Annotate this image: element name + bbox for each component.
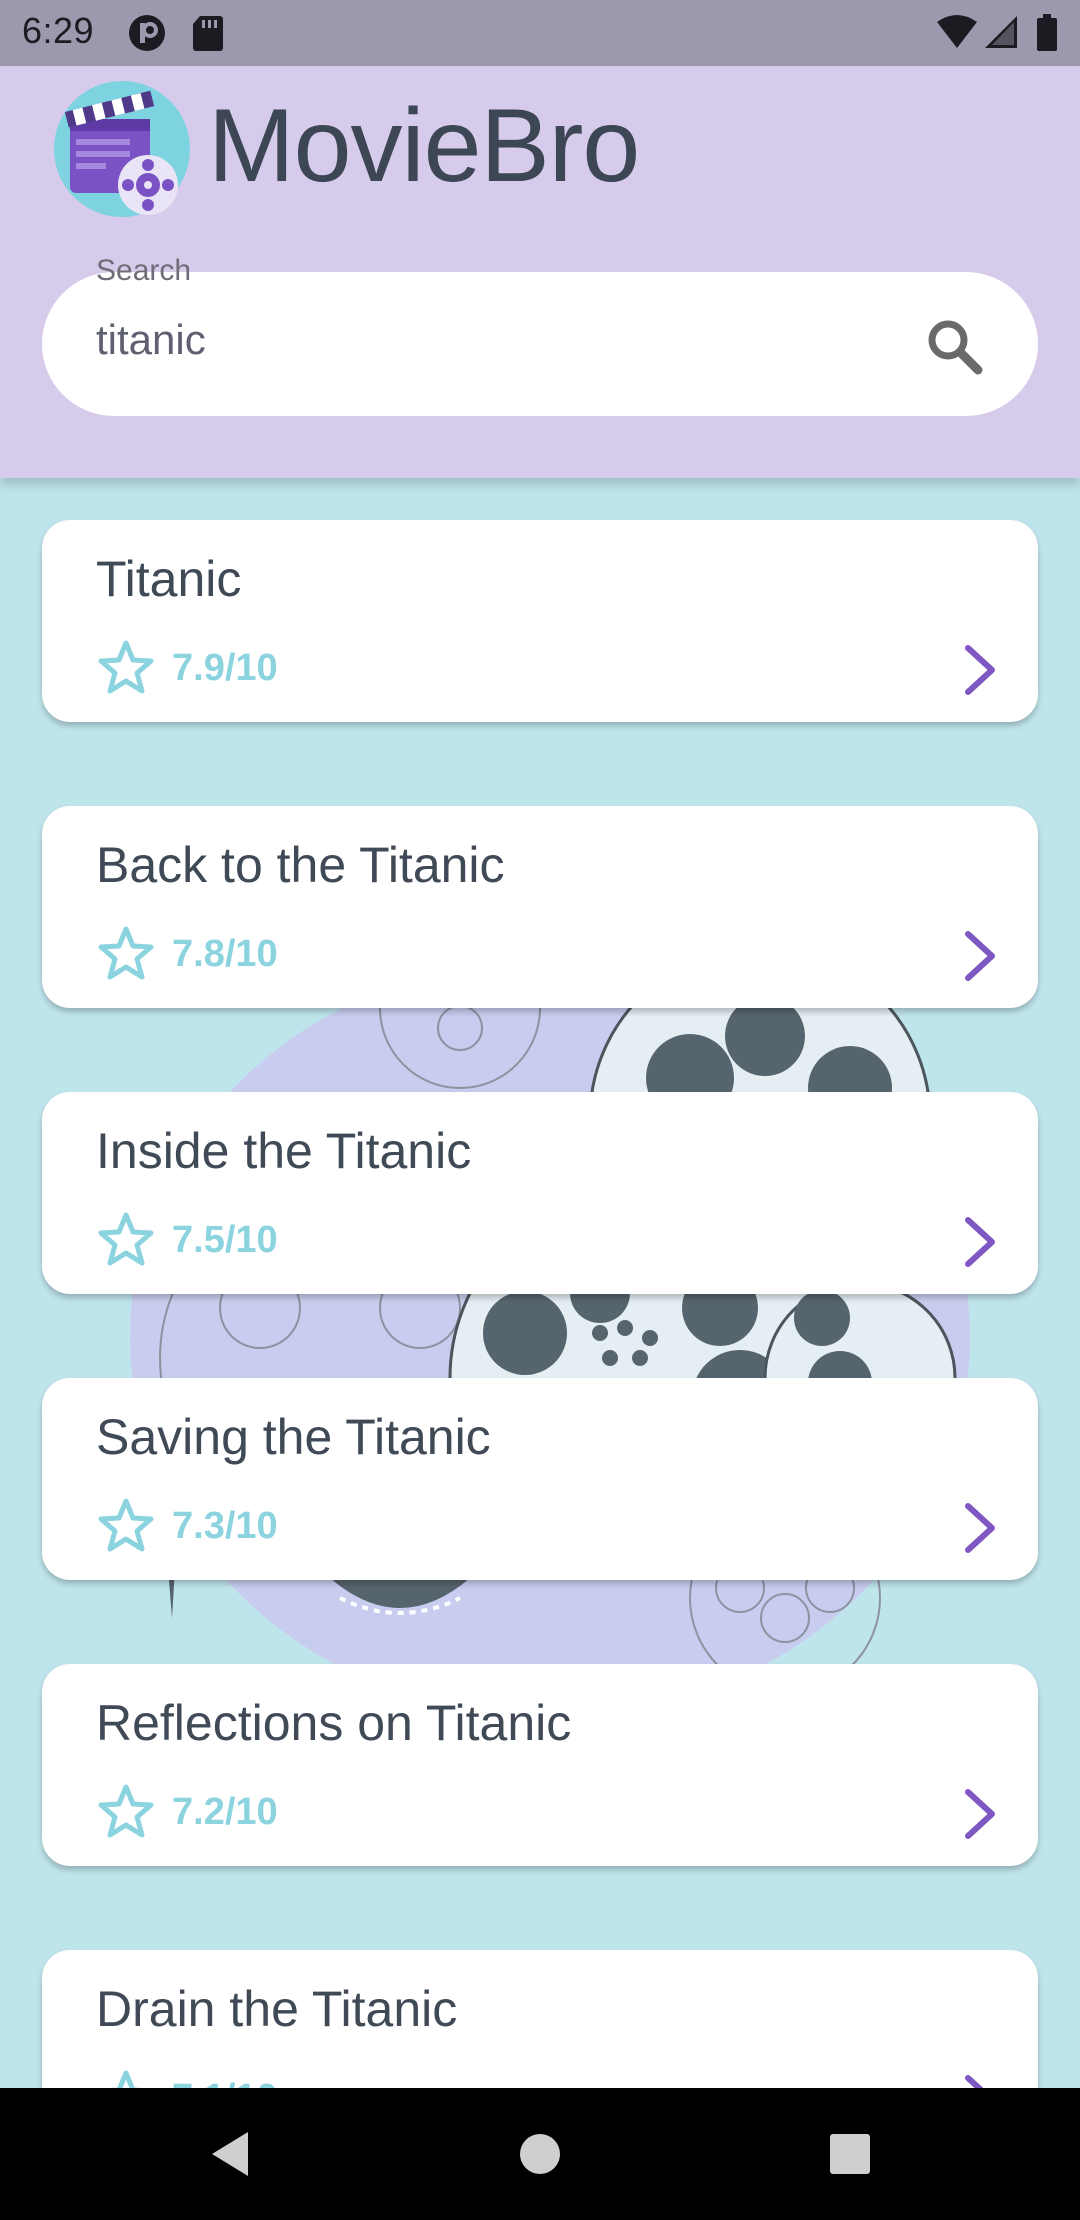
star-icon	[98, 640, 154, 694]
chevron-right-icon[interactable]	[958, 928, 1002, 984]
movie-title: Saving the Titanic	[96, 1409, 491, 1465]
movie-title: Reflections on Titanic	[96, 1695, 572, 1751]
app-logo	[54, 81, 190, 217]
movie-card[interactable]: Drain the Titanic 7.1/10	[42, 1950, 1038, 2088]
app-title: MovieBro	[208, 88, 640, 204]
search-icon[interactable]	[924, 316, 984, 376]
system-nav-bar	[0, 2088, 1080, 2220]
notification-icon	[129, 15, 165, 51]
movie-rating: 7.9/10	[96, 638, 278, 698]
movie-rating: 7.5/10	[96, 1210, 278, 1270]
wifi-icon	[937, 15, 977, 48]
movie-card[interactable]: Back to the Titanic 7.8/10	[42, 806, 1038, 1008]
movie-card[interactable]: Inside the Titanic 7.5/10	[42, 1092, 1038, 1294]
results-list[interactable]: Titanic 7.9/10 Back to the Titanic 7.8/1…	[0, 478, 1080, 2088]
movie-rating: 7.2/10	[96, 1782, 278, 1842]
search-input[interactable]: titanic	[96, 316, 206, 364]
signal-icon	[985, 16, 1017, 48]
recents-icon[interactable]	[820, 2124, 880, 2184]
movie-card[interactable]: Titanic 7.9/10	[42, 520, 1038, 722]
search-label: Search	[96, 254, 192, 287]
rating-value: 7.8/10	[172, 932, 278, 975]
battery-icon	[1037, 14, 1057, 51]
chevron-right-icon[interactable]	[958, 1500, 1002, 1556]
chevron-right-icon[interactable]	[958, 642, 1002, 698]
search-field[interactable]: titanic	[42, 272, 1038, 416]
app-header: MovieBro titanic Search	[0, 66, 1080, 478]
star-icon	[109, 2070, 143, 2088]
chevron-right-icon[interactable]	[958, 2072, 1002, 2088]
movie-title: Inside the Titanic	[96, 1123, 472, 1179]
movie-title: Back to the Titanic	[96, 837, 505, 893]
rating-value: 7.3/10	[172, 1504, 278, 1547]
movie-rating: 7.1/10	[96, 2068, 278, 2088]
rating-value: 7.2/10	[172, 1790, 278, 1833]
chevron-right-icon[interactable]	[958, 1786, 1002, 1842]
chevron-right-icon[interactable]	[958, 1214, 1002, 1270]
movie-card[interactable]: Saving the Titanic 7.3/10	[42, 1378, 1038, 1580]
movie-title: Drain the Titanic	[96, 1981, 458, 2037]
movie-rating: 7.3/10	[96, 1496, 278, 1556]
status-bar: 6:29	[0, 0, 1080, 66]
movie-rating: 7.8/10	[96, 924, 278, 984]
star-icon	[98, 1498, 154, 1552]
star-icon	[98, 1784, 154, 1838]
home-icon[interactable]	[510, 2124, 570, 2184]
rating-value: 7.9/10	[172, 646, 278, 689]
status-time: 6:29	[22, 10, 95, 51]
rating-value: 7.1/10	[172, 2077, 278, 2089]
rating-value: 7.5/10	[172, 1218, 278, 1261]
star-icon	[98, 1212, 154, 1266]
sd-card-icon	[193, 16, 223, 51]
movie-title: Titanic	[96, 551, 242, 607]
back-icon[interactable]	[200, 2124, 260, 2184]
app-screen: 6:29 MovieBro titanic Search Titanic 7.9…	[0, 0, 1080, 2220]
star-icon	[98, 926, 154, 980]
movie-card[interactable]: Reflections on Titanic 7.2/10	[42, 1664, 1038, 1866]
